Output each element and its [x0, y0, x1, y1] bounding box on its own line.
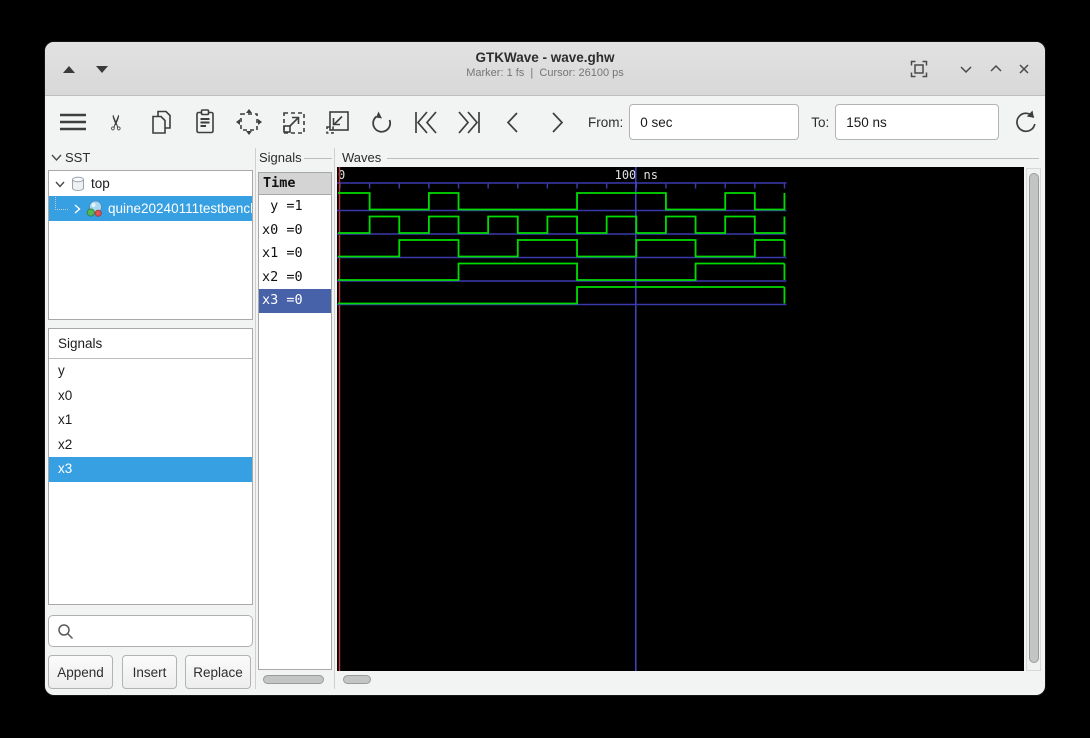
signal-list-header[interactable]: Signals [49, 329, 252, 359]
waves-frame-label: Waves [342, 150, 382, 165]
wave-signal-row-x0[interactable]: x0 =0 [259, 219, 331, 243]
signals-frame-label: Signals [259, 150, 302, 165]
wave-name-panel: Time y =1 x0 =0 x1 =0 x2 =0 x3 =0 [258, 172, 332, 670]
skip-to-start-icon [414, 110, 437, 134]
titlebar[interactable]: GTKWave - wave.ghw Marker: 1 fs | Cursor… [45, 42, 1045, 96]
undo-icon [371, 111, 391, 133]
time-header: Time [259, 173, 331, 195]
gtkwave-window: GTKWave - wave.ghw Marker: 1 fs | Cursor… [45, 42, 1045, 695]
window-title: GTKWave - wave.ghw [475, 50, 615, 65]
append-button[interactable]: Append [48, 655, 113, 689]
fullscreen-button[interactable] [906, 56, 932, 82]
sst-tree: top quine20240111testbench [48, 170, 253, 320]
fullscreen-icon [910, 60, 928, 78]
zoom-fit-icon [236, 109, 262, 135]
paste-button[interactable] [190, 107, 220, 137]
reload-icon [1016, 110, 1036, 133]
replace-button[interactable]: Replace [185, 655, 251, 689]
wave-signal-row-x2[interactable]: x2 =0 [259, 266, 331, 290]
insert-button[interactable]: Insert [122, 655, 177, 689]
marker-cursor-status: Marker: 1 fs | Cursor: 26100 ps [466, 67, 624, 79]
to-input[interactable] [835, 104, 1000, 140]
chevron-up-icon [990, 64, 1002, 72]
triangle-up-icon [63, 65, 75, 73]
expander-closed-icon[interactable] [70, 202, 84, 216]
signals-frame-line [304, 158, 332, 159]
zoom-fit-button[interactable] [234, 107, 264, 137]
splitter-left[interactable] [255, 148, 256, 689]
tree-label-testbench: quine20240111testbench [108, 201, 252, 216]
list-item-x0[interactable]: x0 [49, 384, 252, 409]
names-hscrollbar-thumb[interactable] [263, 675, 324, 684]
copy-icon [152, 110, 171, 134]
previous-edge-icon [506, 111, 518, 133]
database-icon [72, 176, 84, 191]
to-label: To: [811, 114, 830, 130]
chevron-down-icon [960, 66, 972, 74]
copy-button[interactable] [146, 107, 176, 137]
wave-signal-row-x1[interactable]: x1 =0 [259, 242, 331, 266]
tree-label-top: top [91, 176, 110, 191]
skip-to-end-icon [457, 110, 480, 134]
list-item-x2[interactable]: x2 [49, 433, 252, 458]
chevron-down-icon [51, 154, 62, 162]
splitter-right[interactable] [334, 148, 335, 689]
shade-down-button[interactable] [89, 56, 115, 82]
minimize-button[interactable] [953, 56, 979, 82]
skip-to-end-button[interactable] [454, 107, 484, 137]
waves-vscrollbar[interactable] [1026, 168, 1041, 671]
cut-icon: ✂ [105, 113, 129, 131]
from-input[interactable] [629, 104, 800, 140]
paste-icon [196, 109, 214, 134]
waves-frame-line [387, 158, 1039, 159]
list-item-y[interactable]: y [49, 359, 252, 384]
wave-canvas[interactable]: 0 100 ns [337, 167, 1024, 671]
from-label: From: [588, 114, 624, 130]
expander-open-icon[interactable] [53, 177, 67, 191]
close-button[interactable] [1011, 56, 1037, 82]
tree-row-testbench[interactable]: quine20240111testbench [49, 196, 252, 221]
list-item-x1[interactable]: x1 [49, 408, 252, 433]
next-edge-icon [552, 111, 564, 133]
search-icon [58, 623, 74, 639]
signal-search-input[interactable] [48, 615, 253, 647]
previous-edge-button[interactable] [498, 107, 528, 137]
next-edge-button[interactable] [542, 107, 572, 137]
wave-signal-row-x3[interactable]: x3 =0 [259, 289, 331, 313]
toolbar: ✂ From: 0 sec To: 150 ns [45, 96, 1045, 148]
undo-button[interactable] [366, 107, 396, 137]
waves-vscrollbar-thumb[interactable] [1029, 173, 1039, 663]
tree-connector [55, 196, 68, 210]
waveform-plot: 0 100 ns [337, 167, 787, 671]
close-icon [1019, 64, 1029, 74]
wave-signal-row-y[interactable]: y =1 [259, 195, 331, 219]
sst-header[interactable]: SST [50, 150, 90, 165]
main-content: SST top quine20240111testbench Signals y… [45, 148, 1045, 695]
reload-button[interactable] [1011, 107, 1041, 137]
zoom-in-button[interactable] [278, 107, 308, 137]
zoom-out-icon [325, 110, 349, 134]
zoom-out-button[interactable] [322, 107, 352, 137]
signal-search-list: Signals y x0 x1 x2 x3 [48, 328, 253, 605]
waves-hscrollbar-thumb[interactable] [343, 675, 371, 684]
menu-button[interactable] [58, 107, 88, 137]
maximize-button[interactable] [983, 56, 1009, 82]
module-spheres-icon [86, 200, 102, 217]
menu-icon [60, 113, 86, 131]
triangle-down-icon [96, 65, 108, 73]
tree-row-top[interactable]: top [49, 171, 252, 196]
list-item-x3[interactable]: x3 [49, 457, 252, 482]
shade-up-button[interactable] [56, 56, 82, 82]
skip-to-start-button[interactable] [410, 107, 440, 137]
zoom-in-icon [282, 111, 305, 134]
cut-button[interactable]: ✂ [102, 107, 132, 137]
